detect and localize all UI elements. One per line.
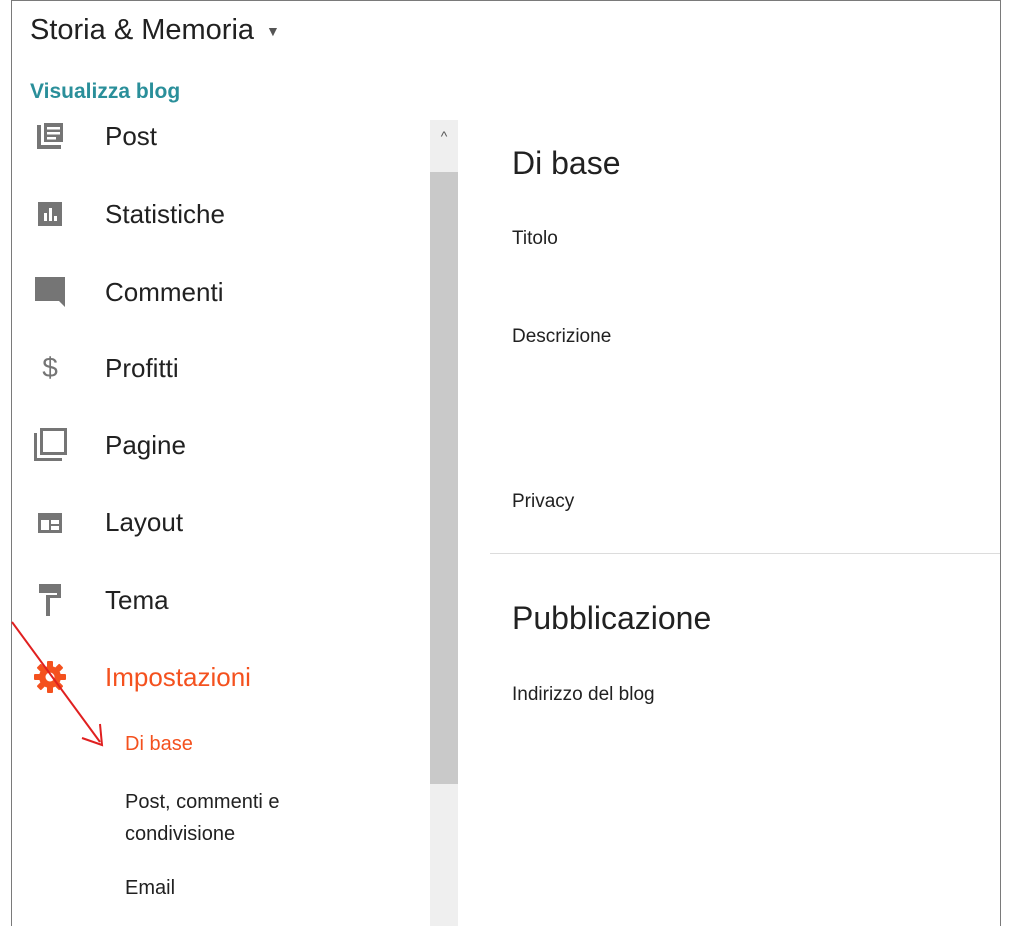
field-label-indirizzo-blog[interactable]: Indirizzo del blog: [512, 684, 655, 706]
sidebar-item-label: Impostazioni: [105, 661, 251, 692]
posts-icon: [30, 116, 70, 156]
comments-icon: [30, 272, 70, 312]
section-title-pubblicazione: Pubblicazione: [512, 600, 712, 636]
paint-roller-icon: [30, 580, 70, 620]
dollar-icon: $: [42, 352, 58, 383]
view-blog-link[interactable]: Visualizza blog: [30, 80, 180, 104]
field-label-privacy[interactable]: Privacy: [512, 491, 574, 513]
sidebar-item-label: Commenti: [105, 276, 224, 307]
sidebar-item-label: Pagine: [105, 429, 186, 460]
scrollbar-thumb[interactable]: [430, 172, 458, 784]
subnav-item-post-commenti-condivisione[interactable]: Post, commenti e condivisione: [125, 786, 385, 850]
field-label-titolo[interactable]: Titolo: [512, 228, 558, 250]
sidebar-item-label: Post: [105, 120, 158, 151]
blog-title: Storia & Memoria: [30, 14, 255, 46]
sidebar-item-label: Profitti: [105, 352, 179, 383]
section-divider: [490, 553, 1000, 554]
layout-icon: [30, 502, 70, 542]
window-border-right: [1000, 0, 1001, 926]
sidebar-item-label: Statistiche: [105, 198, 225, 229]
subnav-item-di-base[interactable]: Di base: [125, 728, 193, 760]
sidebar-item-label: Tema: [105, 584, 169, 615]
stats-icon: [30, 194, 70, 234]
pages-icon: [30, 425, 70, 465]
section-title-di-base: Di base: [512, 145, 621, 181]
blog-selector[interactable]: Storia & Memoria ▼: [30, 14, 280, 47]
window-border-top: [11, 0, 1001, 1]
chevron-down-icon: ▼: [266, 22, 280, 39]
subnav-item-email[interactable]: Email: [125, 872, 175, 904]
window-border-left: [11, 0, 12, 926]
gear-icon: [30, 657, 70, 697]
sidebar-item-label: Layout: [105, 506, 184, 537]
blogger-settings-window: Storia & Memoria ▼ Visualizza blog Post: [0, 0, 1011, 926]
scroll-up-arrow-icon[interactable]: ^: [430, 124, 458, 148]
field-label-descrizione[interactable]: Descrizione: [512, 326, 611, 348]
